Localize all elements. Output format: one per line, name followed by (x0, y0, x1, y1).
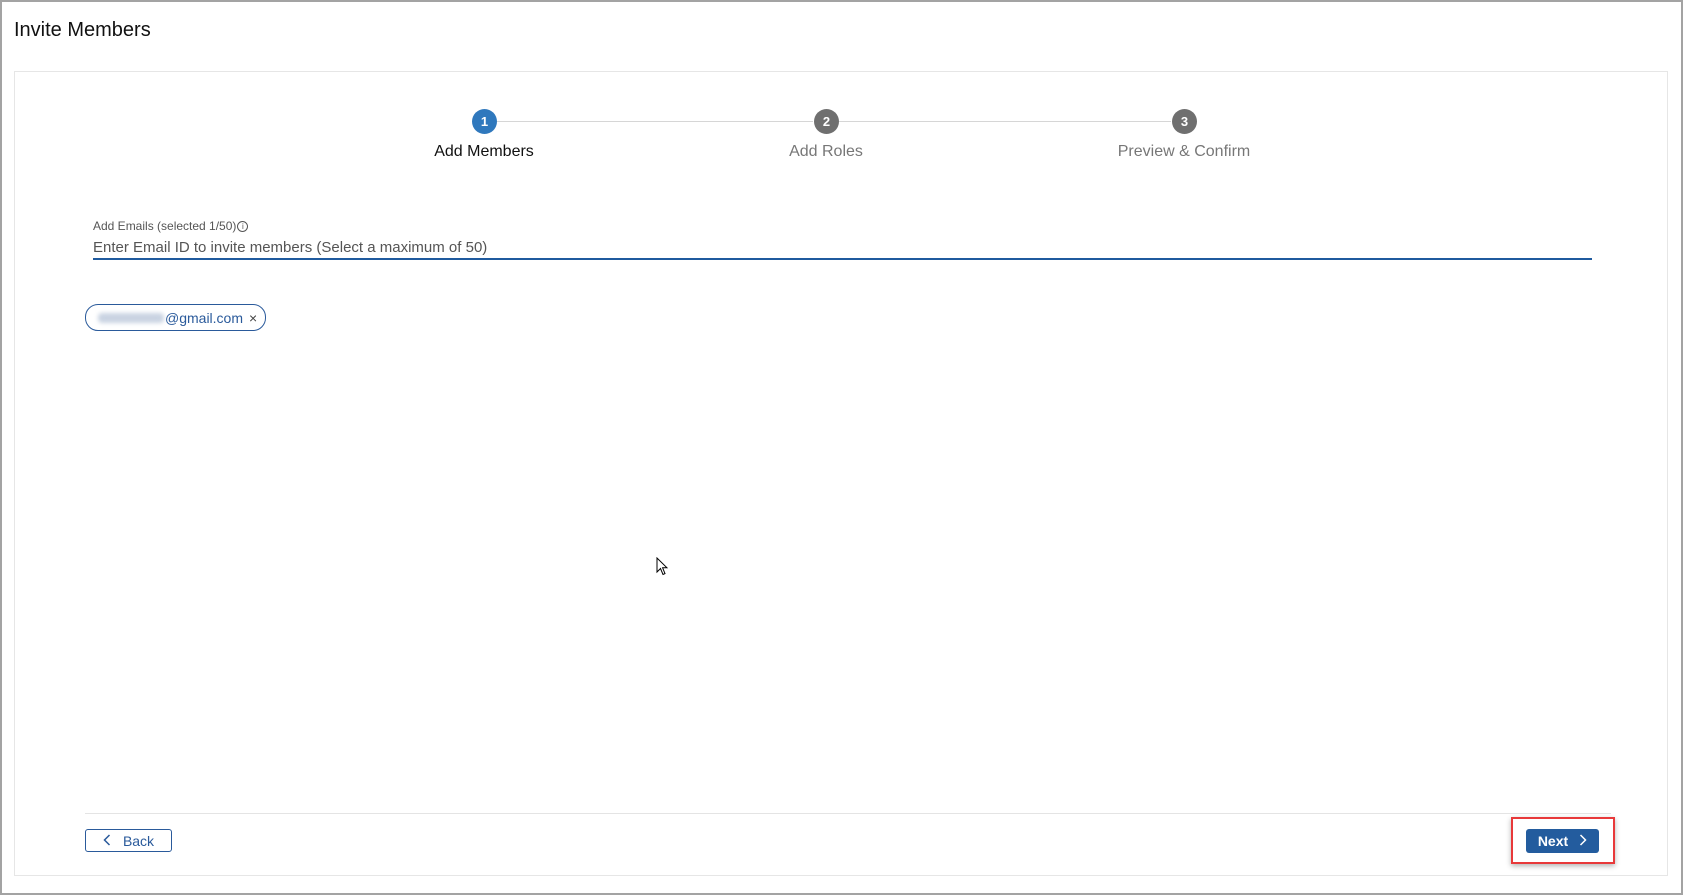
step-1-circle: 1 (472, 109, 497, 134)
step-3-circle: 3 (1172, 109, 1197, 134)
email-field-label: Add Emails (selected 1/50) i (93, 219, 249, 233)
email-field-label-text: Add Emails (selected 1/50) (93, 219, 237, 233)
chevron-left-icon (103, 833, 111, 849)
step-2-label: Add Roles (789, 143, 863, 160)
chip-email-text: @gmail.com (165, 309, 244, 326)
email-chip: @gmail.com × (85, 304, 267, 331)
page-title: Invite Members (14, 19, 151, 41)
chevron-right-icon (1579, 833, 1587, 849)
back-button[interactable]: Back (85, 829, 172, 852)
step-2-circle: 2 (814, 109, 839, 134)
step-3-label: Preview & Confirm (1117, 143, 1251, 160)
step-1-label: Add Members (434, 143, 534, 160)
footer-divider (85, 813, 1611, 814)
step-connector (497, 121, 813, 122)
next-label: Next (1537, 833, 1569, 849)
next-button[interactable]: Next (1526, 829, 1599, 853)
remove-chip-icon[interactable]: × (249, 310, 257, 326)
info-icon[interactable]: i (237, 221, 249, 232)
invite-panel (14, 71, 1668, 876)
mouse-cursor-icon (656, 556, 669, 581)
back-label: Back (122, 832, 155, 849)
step-connector (839, 121, 1171, 122)
email-input[interactable] (93, 236, 1592, 260)
blurred-email-username (98, 312, 164, 323)
